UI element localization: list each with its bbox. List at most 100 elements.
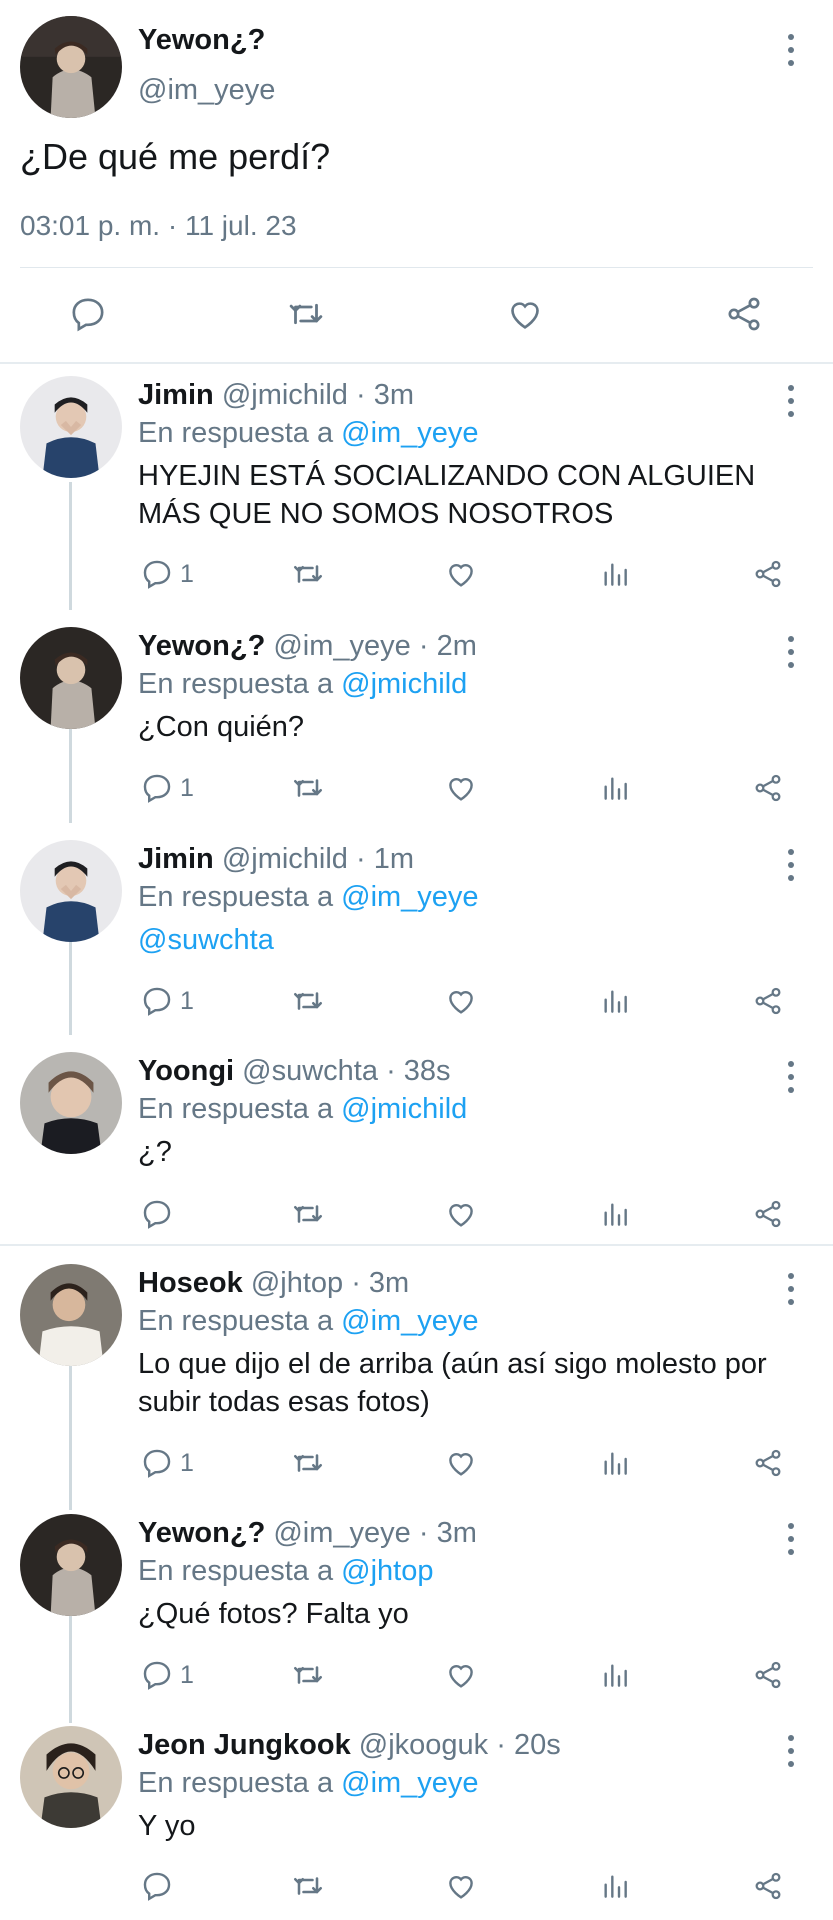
like-icon[interactable] bbox=[444, 770, 478, 806]
more-options-icon[interactable] bbox=[786, 1061, 796, 1093]
reply-actions bbox=[0, 1196, 833, 1232]
avatar[interactable] bbox=[20, 840, 122, 942]
reply-button[interactable]: 1 bbox=[140, 1445, 194, 1481]
more-options-icon[interactable] bbox=[786, 636, 796, 668]
share-icon[interactable] bbox=[752, 1196, 784, 1232]
avatar[interactable] bbox=[20, 1514, 122, 1616]
author-name[interactable]: Yewon¿? bbox=[138, 24, 265, 57]
reply-header: Jeon Jungkook @jkooguk · 20s bbox=[138, 1729, 561, 1762]
author-handle[interactable]: @im_yeye bbox=[138, 74, 275, 107]
like-icon[interactable] bbox=[444, 1445, 478, 1481]
reply-mention[interactable]: @im_yeye bbox=[341, 1767, 478, 1799]
views-icon[interactable] bbox=[599, 770, 631, 806]
retweet-icon[interactable] bbox=[290, 983, 326, 1019]
reply-mention[interactable]: @im_yeye bbox=[341, 1305, 478, 1337]
author-handle[interactable]: @jkooguk bbox=[359, 1729, 488, 1761]
avatar[interactable] bbox=[20, 16, 122, 118]
share-icon[interactable] bbox=[752, 1445, 784, 1481]
tweet-timestamp: 03:01 p. m. · 11 jul. 23 bbox=[20, 210, 297, 241]
avatar[interactable] bbox=[20, 1726, 122, 1828]
avatar[interactable] bbox=[20, 627, 122, 729]
author-name[interactable]: Jeon Jungkook bbox=[138, 1729, 351, 1761]
share-icon[interactable] bbox=[752, 983, 784, 1019]
retweet-icon[interactable] bbox=[290, 1657, 326, 1693]
avatar[interactable] bbox=[20, 376, 122, 478]
reply-button[interactable]: 1 bbox=[140, 983, 194, 1019]
reply-count: 1 bbox=[180, 986, 194, 1015]
author-name[interactable]: Yoongi bbox=[138, 1055, 234, 1087]
like-icon[interactable] bbox=[444, 556, 478, 592]
reply-mention[interactable]: @im_yeye bbox=[341, 881, 478, 913]
share-icon[interactable] bbox=[722, 292, 766, 336]
retweet-icon[interactable] bbox=[290, 556, 326, 592]
reply-button[interactable]: 1 bbox=[140, 770, 194, 806]
views-icon[interactable] bbox=[599, 1657, 631, 1693]
retweet-icon[interactable] bbox=[290, 1445, 326, 1481]
like-icon[interactable] bbox=[444, 1196, 478, 1232]
reply-actions: 1 bbox=[0, 556, 833, 592]
reply-button[interactable]: 1 bbox=[140, 556, 194, 592]
share-icon[interactable] bbox=[752, 1868, 784, 1904]
reply-text-mention[interactable]: @suwchta bbox=[138, 921, 788, 959]
reply-header: Yewon¿? @im_yeye · 3m bbox=[138, 1517, 477, 1550]
views-icon[interactable] bbox=[599, 556, 631, 592]
in-reply-label: En respuesta a bbox=[138, 1767, 334, 1799]
author-handle[interactable]: @jmichild bbox=[222, 379, 348, 411]
views-icon[interactable] bbox=[599, 1445, 631, 1481]
in-reply-to: En respuesta a @im_yeye bbox=[138, 881, 479, 914]
reply-button[interactable]: 1 bbox=[140, 1657, 194, 1693]
reply-mention[interactable]: @jhtop bbox=[341, 1555, 433, 1587]
reply-button[interactable] bbox=[140, 1196, 180, 1232]
author-handle[interactable]: @jmichild bbox=[222, 843, 348, 875]
reply-text: Y yo bbox=[138, 1810, 196, 1842]
share-icon[interactable] bbox=[752, 556, 784, 592]
in-reply-label: En respuesta a bbox=[138, 1555, 334, 1587]
reply-count: 1 bbox=[180, 1660, 194, 1689]
reply-button[interactable] bbox=[140, 1868, 180, 1904]
more-options-icon[interactable] bbox=[786, 385, 796, 417]
views-icon[interactable] bbox=[599, 983, 631, 1019]
like-icon[interactable] bbox=[444, 1657, 478, 1693]
in-reply-to: En respuesta a @jmichild bbox=[138, 1093, 467, 1126]
reply-icon[interactable] bbox=[66, 292, 110, 336]
reply-icon bbox=[143, 560, 171, 589]
share-icon[interactable] bbox=[752, 1657, 784, 1693]
avatar[interactable] bbox=[20, 1052, 122, 1154]
retweet-icon[interactable] bbox=[290, 1868, 326, 1904]
author-handle[interactable]: @jhtop bbox=[251, 1267, 343, 1299]
author-handle[interactable]: @im_yeye bbox=[273, 1517, 410, 1549]
author-handle[interactable]: @suwchta bbox=[242, 1055, 378, 1087]
author-name[interactable]: Yewon¿? bbox=[138, 1517, 265, 1549]
reply-mention[interactable]: @jmichild bbox=[341, 1093, 467, 1125]
in-reply-label: En respuesta a bbox=[138, 1093, 334, 1125]
like-icon[interactable] bbox=[503, 292, 547, 336]
avatar[interactable] bbox=[20, 1264, 122, 1366]
tweet-text: ¿De qué me perdí? bbox=[20, 136, 331, 177]
retweet-icon[interactable] bbox=[290, 770, 326, 806]
like-icon[interactable] bbox=[444, 983, 478, 1019]
reply-mention[interactable]: @im_yeye bbox=[341, 417, 478, 449]
like-icon[interactable] bbox=[444, 1868, 478, 1904]
reply-mention[interactable]: @jmichild bbox=[341, 668, 467, 700]
reply-text: ¿? bbox=[138, 1136, 172, 1168]
more-options-icon[interactable] bbox=[786, 34, 796, 66]
retweet-icon[interactable] bbox=[290, 1196, 326, 1232]
more-options-icon[interactable] bbox=[786, 1273, 796, 1305]
author-name[interactable]: Jimin bbox=[138, 843, 214, 875]
reply-time: · 2m bbox=[418, 630, 477, 662]
author-name[interactable]: Yewon¿? bbox=[138, 630, 265, 662]
share-icon[interactable] bbox=[752, 770, 784, 806]
in-reply-label: En respuesta a bbox=[138, 668, 334, 700]
more-options-icon[interactable] bbox=[786, 849, 796, 881]
author-name[interactable]: Hoseok bbox=[138, 1267, 243, 1299]
views-icon[interactable] bbox=[599, 1868, 631, 1904]
views-icon[interactable] bbox=[599, 1196, 631, 1232]
more-options-icon[interactable] bbox=[786, 1735, 796, 1767]
author-name[interactable]: Jimin bbox=[138, 379, 214, 411]
author-handle[interactable]: @im_yeye bbox=[273, 630, 410, 662]
in-reply-label: En respuesta a bbox=[138, 881, 334, 913]
reply-text: Lo que dijo el de arriba (aún así sigo m… bbox=[138, 1348, 767, 1418]
reply-count: 1 bbox=[180, 559, 194, 588]
more-options-icon[interactable] bbox=[786, 1523, 796, 1555]
retweet-icon[interactable] bbox=[284, 292, 328, 336]
